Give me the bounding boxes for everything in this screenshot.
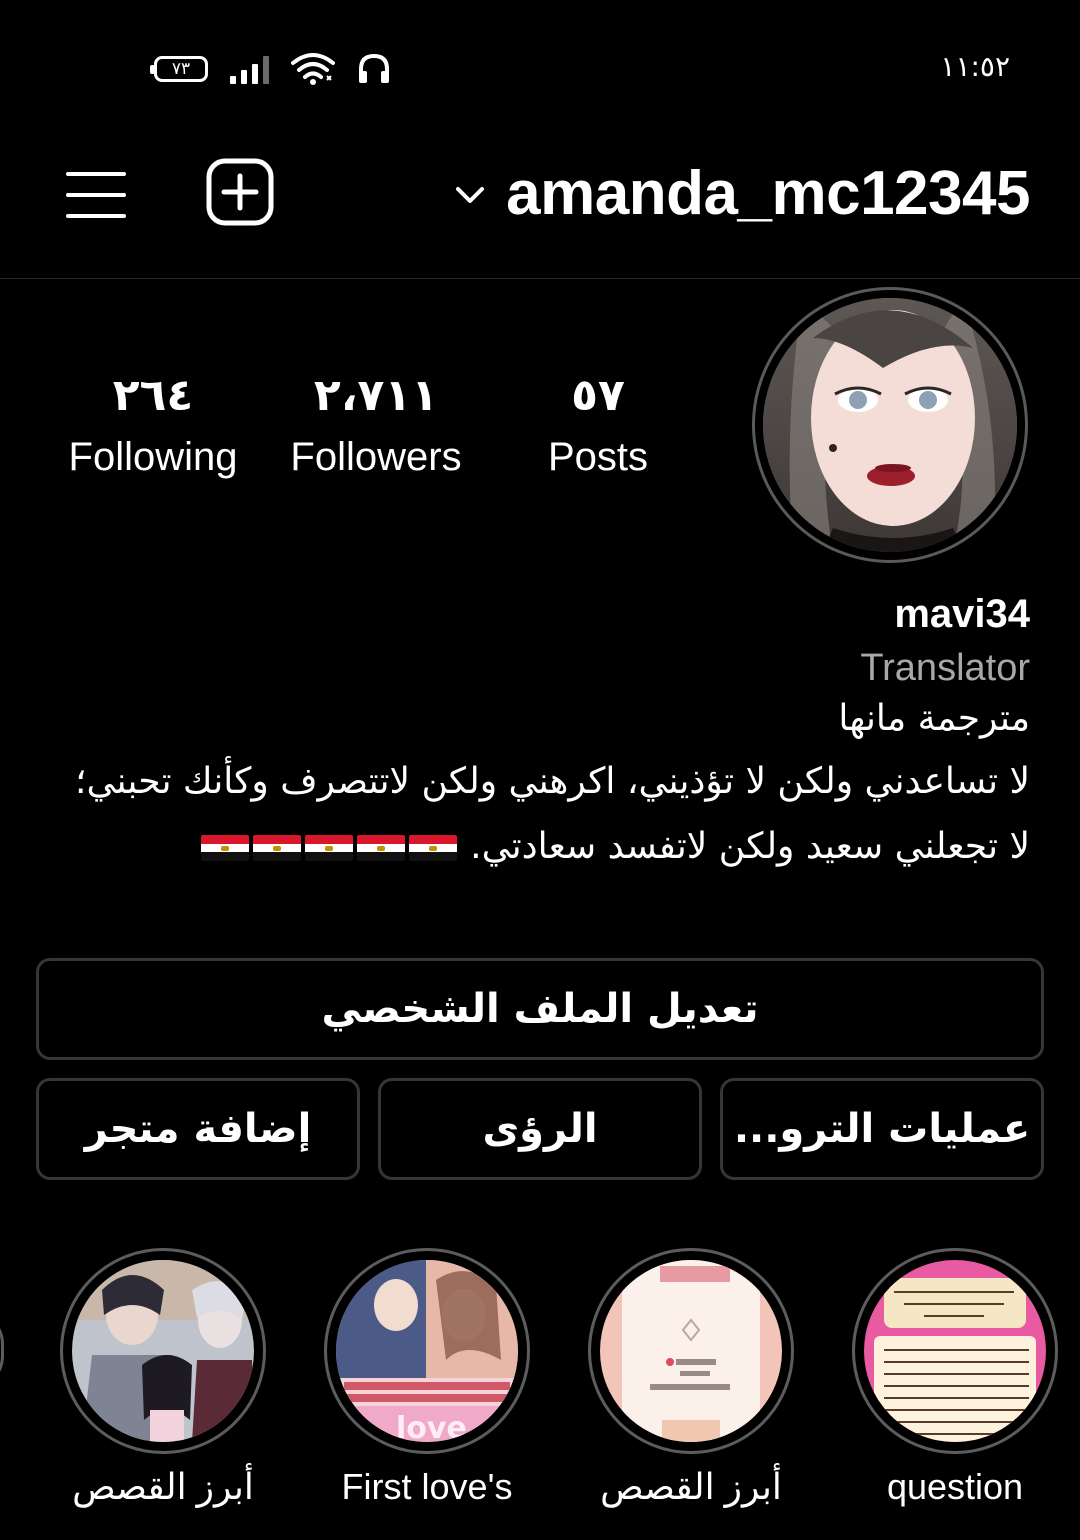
bio-line-3: لا تجعلني سعيد ولكن لاتفسد سعادتي. xyxy=(470,826,1030,867)
highlight-partial[interactable] xyxy=(0,1310,4,1390)
highlight-label: question xyxy=(886,1466,1024,1507)
promotions-button[interactable]: عمليات الترو... xyxy=(720,1078,1044,1180)
egypt-flag-icon xyxy=(252,835,301,861)
edit-profile-button[interactable]: تعديل الملف الشخصي xyxy=(36,958,1044,1060)
highlight-cover: love xyxy=(336,1260,518,1442)
status-bar: ٧٣ ١١:٥٢ xyxy=(0,0,1080,130)
add-post-icon[interactable] xyxy=(206,158,274,226)
profile-header: amanda_mc12345 xyxy=(0,130,1080,279)
egypt-flag-icon xyxy=(200,835,249,861)
headphones-icon xyxy=(359,53,389,83)
bio-section: mavi34 Translator مترجمة مانها لا تساعدن… xyxy=(50,592,1030,867)
highlight-label: أبرز القصص xyxy=(72,1466,254,1507)
battery-icon: ٧٣ xyxy=(150,56,208,82)
egypt-flag-icon xyxy=(408,835,457,861)
highlight-cover xyxy=(72,1260,254,1442)
bio-line-1: مترجمة مانها xyxy=(838,698,1030,739)
followers-stat[interactable]: ٢،٧١١ Followers xyxy=(276,370,476,480)
posts-stat[interactable]: ٥٧ Posts xyxy=(520,370,676,480)
egypt-flag-icon xyxy=(304,835,353,861)
bio-line-2: لا تساعدني ولكن لا تؤذيني، اكرهني ولكن ل… xyxy=(75,761,1030,802)
avatar-image xyxy=(763,298,1017,552)
highlight-item[interactable]: question xyxy=(852,1248,1058,1507)
signal-icon xyxy=(230,54,269,84)
username: amanda_mc12345 xyxy=(506,159,1030,228)
status-icons: ٧٣ xyxy=(150,52,391,86)
profile-category: Translator xyxy=(860,647,1030,689)
clock: ١١:٥٢ xyxy=(940,50,1010,83)
following-count: ٢٦٤ xyxy=(112,370,194,421)
posts-label: Posts xyxy=(547,435,649,479)
add-shop-button[interactable]: إضافة متجر xyxy=(36,1078,360,1180)
bio-line-3-wrap: لا تجعلني سعيد ولكن لاتفسد سعادتي. xyxy=(50,826,1030,867)
highlight-label: أبرز القصص xyxy=(600,1466,782,1507)
highlight-item[interactable]: أبرز القصص xyxy=(588,1248,794,1507)
followers-count: ٢،٧١١ xyxy=(313,370,439,421)
avatar[interactable] xyxy=(752,287,1028,563)
svg-text:love: love xyxy=(396,1411,467,1442)
following-label: Following xyxy=(68,435,238,479)
chevron-down-icon xyxy=(456,186,485,203)
posts-count: ٥٧ xyxy=(571,370,625,421)
highlight-item[interactable]: أبرز القصص xyxy=(60,1248,266,1507)
egypt-flag-icon xyxy=(356,835,405,861)
followers-label: Followers xyxy=(290,435,462,479)
menu-icon[interactable] xyxy=(66,170,126,220)
display-name: mavi34 xyxy=(894,592,1030,636)
insights-button[interactable]: الرؤى xyxy=(378,1078,702,1180)
highlight-cover xyxy=(600,1260,782,1442)
highlight-item[interactable]: love First love's xyxy=(324,1248,530,1507)
account-switcher[interactable]: amanda_mc12345 xyxy=(452,158,1030,229)
highlight-cover xyxy=(864,1260,1046,1442)
following-stat[interactable]: ٢٦٤ Following xyxy=(58,370,248,480)
egypt-flags xyxy=(199,826,459,867)
battery-level: ٧٣ xyxy=(171,59,191,79)
wifi-icon xyxy=(291,53,335,85)
highlight-label: First love's xyxy=(341,1466,513,1507)
